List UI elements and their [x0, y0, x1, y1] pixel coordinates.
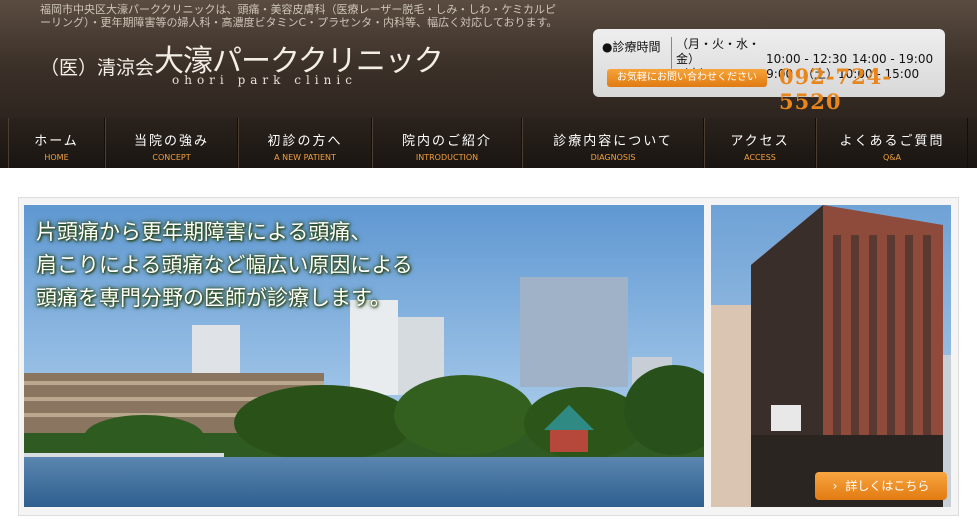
nav-item-faq[interactable]: よくあるご質問 Q&A: [816, 118, 968, 168]
nav-item-sublabel: CONCEPT: [152, 153, 191, 162]
nav-item-label: 院内のご紹介: [401, 134, 492, 149]
nav-item-label: 初診の方へ: [267, 134, 343, 149]
hours-title: ●診療時間: [602, 40, 661, 54]
nav-item-sublabel: ACCESS: [744, 153, 776, 162]
nav-item-sublabel: Q&A: [882, 153, 901, 162]
nav-item-concept[interactable]: 当院の強み CONCEPT: [105, 118, 238, 168]
hours-row: （月・火・水・金） 10:00 - 12:30 14:00 - 19:00: [676, 37, 933, 67]
nav-item-sublabel: A NEW PATIENT: [274, 153, 336, 162]
hours-days: （月・火・水・金）: [676, 37, 761, 66]
nav-item-label: 診療内容について: [553, 134, 673, 149]
nav-item-sublabel: DIAGNOSIS: [590, 153, 636, 162]
logo-subtitle: ohori park clinic: [172, 73, 357, 87]
nav-item-access[interactable]: アクセス ACCESS: [704, 118, 816, 168]
more-details-label: 詳しくはこちら: [845, 479, 930, 493]
logo-prefix: （医）清涼会: [40, 57, 155, 79]
nav-item-new-patient[interactable]: 初診の方へ A NEW PATIENT: [238, 118, 372, 168]
nav-item-sublabel: INTRODUCTION: [415, 153, 479, 162]
banner-headline: 片頭痛から更年期障害による頭痛、 肩こりによる頭痛など幅広い原因による 頭痛を専…: [36, 216, 413, 315]
headline-line: 頭痛を専門分野の医師が診療します。: [36, 286, 391, 310]
nav-item-label: ホーム: [34, 134, 79, 149]
nav-item-home[interactable]: ホーム HOME: [8, 118, 105, 168]
nav-item-label: よくあるご質問: [839, 134, 945, 149]
nav-item-label: 当院の強み: [133, 134, 209, 149]
more-details-button[interactable]: › 詳しくはこちら: [815, 472, 947, 500]
nav-item-label: アクセス: [730, 134, 790, 149]
contact-button[interactable]: お気軽にお問い合わせください: [607, 69, 767, 87]
main-nav: ホーム HOME 当院の強み CONCEPT 初診の方へ A NEW PATIE…: [0, 118, 977, 168]
headline-line: 片頭痛から更年期障害による頭痛、: [36, 220, 372, 244]
site-tagline: 福岡市中央区大濠パーククリニックは、頭痛・美容皮膚科（医療レーザー脱毛・しみ・し…: [40, 3, 558, 29]
headline-line: 肩こりによる頭痛など幅広い原因による: [36, 253, 413, 277]
phone-number[interactable]: 092-724-5520: [779, 64, 945, 114]
nav-item-introduction[interactable]: 院内のご紹介 INTRODUCTION: [372, 118, 522, 168]
building-photo: [711, 205, 951, 507]
nav-item-diagnosis[interactable]: 診療内容について DIAGNOSIS: [522, 118, 704, 168]
hours-panel: ●診療時間 （月・火・水・金） 10:00 - 12:30 14:00 - 19:0…: [593, 29, 945, 114]
chevron-right-icon: ›: [832, 479, 838, 493]
nav-item-sublabel: HOME: [44, 153, 69, 162]
site-header: 福岡市中央区大濠パーククリニックは、頭痛・美容皮膚科（医療レーザー脱毛・しみ・し…: [0, 0, 977, 118]
